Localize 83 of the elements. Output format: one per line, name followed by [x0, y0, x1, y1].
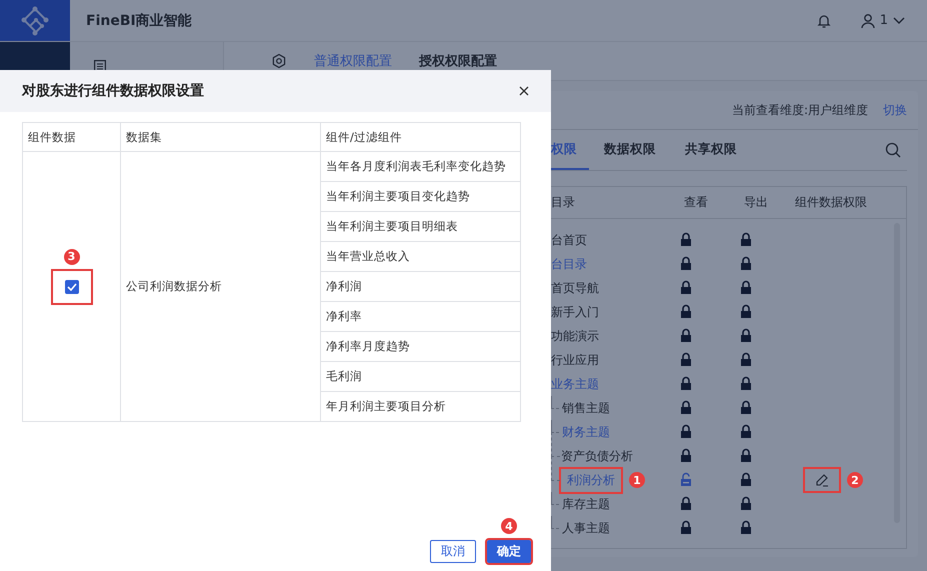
bell-icon[interactable] — [816, 12, 832, 28]
catalog-item[interactable]: 新手入门 — [551, 302, 599, 322]
lock-icon[interactable] — [680, 256, 692, 270]
callout-badge: 2 — [847, 472, 863, 488]
callout-badge: 3 — [64, 248, 80, 264]
catalog-item[interactable]: 利润分析 — [561, 468, 621, 492]
catalog-item[interactable]: 首页导航 — [551, 278, 599, 298]
lock-icon[interactable] — [680, 376, 692, 390]
lock-icon[interactable] — [740, 496, 752, 510]
table-cell: 当年营业总收入 — [321, 242, 521, 272]
column-header: 组件/过滤组件 — [321, 123, 521, 152]
lock-icon[interactable] — [680, 328, 692, 342]
table-cell: 当年利润主要项目明细表 — [321, 212, 521, 242]
caret-icon[interactable] — [893, 16, 905, 24]
permission-tab[interactable]: 数据权限 — [604, 130, 656, 170]
column-header: 查看 — [683, 194, 709, 211]
dimension-label: 当前查看维度:用户组维度 — [732, 102, 868, 118]
lock-icon[interactable] — [680, 232, 692, 246]
column-header: 数据集 — [121, 123, 321, 152]
lock-icon[interactable] — [740, 400, 752, 414]
catalog-item[interactable]: 功能演示 — [551, 326, 599, 346]
lock-icon[interactable] — [740, 376, 752, 390]
lock-icon[interactable] — [680, 280, 692, 294]
column-header: 目录 — [551, 194, 576, 211]
lock-icon[interactable] — [680, 352, 692, 366]
table-cell: 毛利润 — [321, 362, 521, 392]
lock-icon[interactable] — [740, 304, 752, 318]
confirm-button[interactable]: 确定 — [487, 540, 531, 563]
pencil-icon — [815, 473, 829, 487]
network-logo-icon — [20, 6, 50, 36]
lock-icon[interactable] — [740, 328, 752, 342]
checkbox[interactable] — [64, 280, 78, 294]
table-cell: 公司利润数据分析 — [126, 279, 222, 294]
product-name: FineBI商业智能 — [86, 12, 192, 30]
catalog-item[interactable]: 行业应用 — [551, 350, 599, 370]
user-name[interactable]: 1 — [880, 13, 888, 28]
switch-link[interactable]: 切换 — [883, 102, 907, 118]
catalog-item[interactable]: 财务主题 — [562, 422, 610, 442]
check-icon — [66, 282, 76, 290]
lock-icon[interactable] — [740, 424, 752, 438]
cancel-button[interactable]: 取消 — [430, 540, 476, 563]
permission-tab[interactable]: 共享权限 — [685, 130, 737, 170]
lock-icon[interactable] — [740, 448, 752, 462]
lock-icon[interactable] — [740, 472, 752, 486]
table-cell: 净利润 — [321, 272, 521, 302]
column-header: 组件数据权限 — [795, 194, 868, 211]
lock-icon[interactable] — [680, 520, 692, 534]
catalog-item[interactable]: 销售主题 — [562, 398, 610, 418]
catalog-item[interactable]: 业务主题 — [551, 374, 599, 394]
dialog-title: 对股东进行组件数据权限设置 — [22, 82, 205, 100]
close-icon — [519, 86, 529, 96]
table-cell: 当年利润主要项目变化趋势 — [321, 182, 521, 212]
catalog-item[interactable]: 台首页 — [551, 230, 587, 250]
lock-icon[interactable] — [740, 256, 752, 270]
user-icon[interactable] — [860, 12, 876, 28]
catalog-item[interactable]: 台目录 — [551, 254, 587, 274]
search-icon[interactable] — [885, 142, 901, 158]
catalog-item[interactable]: 资产负债分析 — [561, 446, 633, 466]
lock-icon[interactable] — [680, 304, 692, 318]
callout-badge: 4 — [501, 518, 517, 534]
lock-icon[interactable] — [680, 424, 692, 438]
config-tab[interactable]: 普通权限配置 — [314, 52, 392, 70]
edit-button[interactable] — [805, 469, 839, 491]
column-header: 组件数据 — [23, 123, 121, 152]
lock-icon[interactable] — [680, 496, 692, 510]
lock-icon[interactable] — [740, 232, 752, 246]
lock-icon[interactable] — [740, 280, 752, 294]
lock-icon[interactable] — [740, 520, 752, 534]
catalog-item[interactable]: 人事主题 — [562, 518, 610, 538]
column-header: 导出 — [743, 194, 769, 211]
table-cell: 净利率 — [321, 302, 521, 332]
unlocked-icon[interactable] — [680, 472, 692, 486]
table-cell: 年月利润主要项目分析 — [321, 392, 521, 422]
close-button[interactable] — [517, 84, 531, 98]
callout-badge: 1 — [629, 472, 645, 488]
config-tab[interactable]: 授权权限配置 — [419, 52, 497, 70]
table-cell: 当年各月度利润表毛利率变化趋势 — [321, 152, 521, 182]
lock-icon[interactable] — [680, 400, 692, 414]
catalog-item[interactable]: 库存主题 — [562, 494, 610, 514]
settings-icon[interactable] — [271, 53, 287, 69]
table-cell: 净利率月度趋势 — [321, 332, 521, 362]
lock-icon[interactable] — [680, 448, 692, 462]
lock-icon[interactable] — [740, 352, 752, 366]
